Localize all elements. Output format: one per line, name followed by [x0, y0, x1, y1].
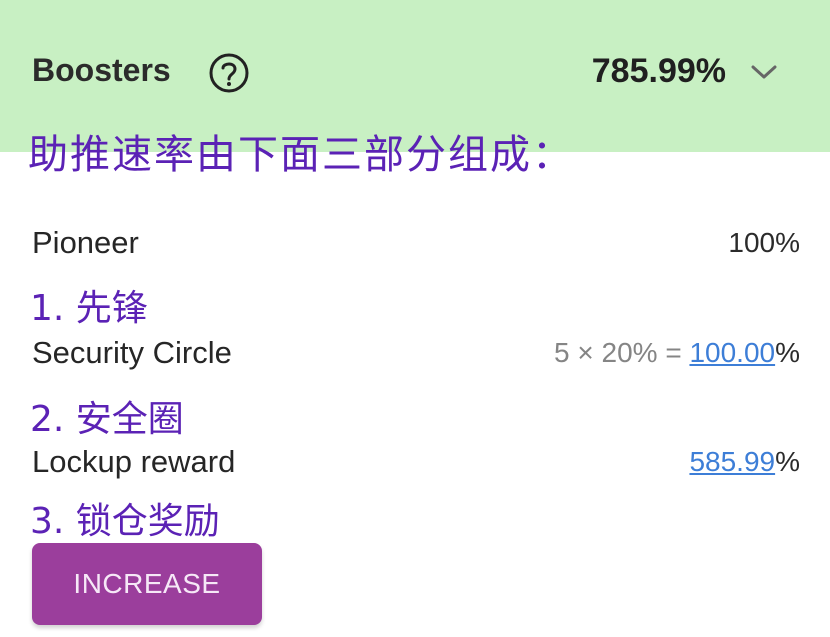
chevron-down-icon[interactable] — [750, 62, 778, 82]
increase-button[interactable]: INCREASE — [32, 543, 262, 625]
boosters-total-value: 785.99% — [591, 52, 726, 90]
annotation-pioneer: 1. 先锋 — [30, 288, 148, 329]
security-circle-percent: % — [775, 337, 800, 368]
security-circle-formula: 5 × 20% = — [554, 337, 690, 368]
security-circle-label: Security Circle — [32, 335, 232, 370]
boosters-title: Boosters — [32, 52, 171, 88]
question-circle-icon[interactable] — [208, 52, 250, 94]
annotation-security-circle: 2. 安全圈 — [30, 399, 184, 440]
pioneer-label: Pioneer — [32, 225, 139, 260]
lockup-reward-value: 585.99% — [689, 446, 800, 478]
annotation-lockup-reward: 3. 锁仓奖励 — [30, 501, 220, 542]
lockup-reward-link[interactable]: 585.99 — [689, 446, 775, 477]
lockup-reward-percent: % — [775, 446, 800, 477]
security-circle-value: 5 × 20% = 100.00% — [554, 337, 800, 369]
security-circle-link[interactable]: 100.00 — [689, 337, 775, 368]
lockup-reward-label: Lockup reward — [32, 444, 236, 479]
pioneer-value: 100% — [728, 227, 800, 258]
annotation-boosters-summary: 助推速率由下面三部分组成： — [28, 132, 574, 178]
